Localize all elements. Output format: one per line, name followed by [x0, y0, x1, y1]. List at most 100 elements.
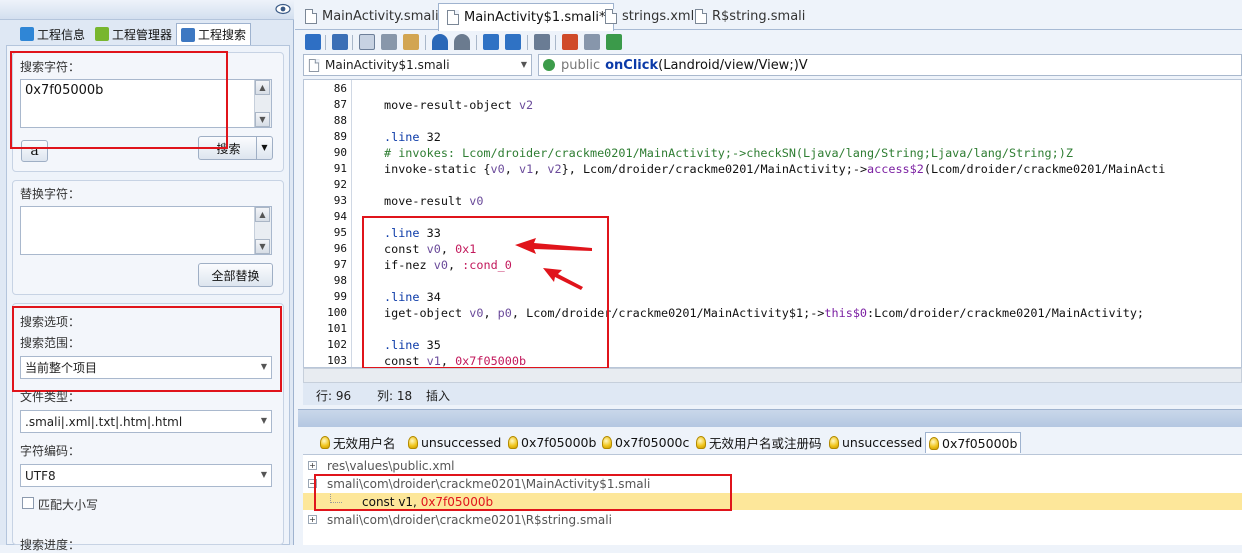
method-icon [543, 59, 555, 71]
lightbulb-icon [508, 436, 518, 449]
cut-icon[interactable] [381, 34, 397, 50]
result-tab-label: 无效用户名 [333, 436, 396, 451]
result-tab[interactable]: 无效用户名或注册码 [693, 432, 825, 453]
line-number-gutter: 86 87 88 89 90 91 92 93 94 95 96 97 98 99 100 101 102 103 [304, 80, 352, 367]
toolbar-separator [555, 35, 556, 50]
code-horizontal-scrollbar[interactable] [303, 368, 1242, 383]
status-mode: 插入 [426, 389, 451, 403]
result-tab[interactable]: 0x7f05000c [599, 432, 692, 453]
search-icon [181, 27, 195, 42]
result-tab-label: 0x7f05000c [615, 435, 690, 450]
tab-project-search[interactable]: 工程搜索 [176, 23, 252, 45]
chevron-down-icon: ▼ [260, 416, 267, 425]
redo-icon[interactable] [454, 34, 470, 50]
toolbar-separator [527, 35, 528, 50]
tab-label: R$string.smali [712, 8, 806, 24]
forward-arrow-icon[interactable] [505, 34, 521, 50]
method-modifier: public [561, 57, 601, 73]
editor-toolbar [295, 31, 1242, 53]
toolbar-separator [476, 35, 477, 50]
filetype-select[interactable]: .smali|.xml|.txt|.htm|.html ▼ [20, 410, 272, 433]
status-row: 行: 96 [316, 389, 352, 403]
search-dropdown-icon[interactable]: ▼ [256, 137, 272, 159]
left-panel-header [0, 0, 294, 20]
line-number: 102 [327, 338, 347, 351]
result-tab-label: 无效用户名或注册码 [709, 436, 822, 451]
save-icon[interactable] [332, 34, 348, 50]
expand-icon[interactable]: + [308, 461, 317, 470]
tab-project-info[interactable]: 工程信息 [16, 24, 89, 44]
file-select[interactable]: MainActivity$1.smali ▼ [303, 54, 532, 76]
method-select[interactable]: public onClick (Landroid/view/View;)V [538, 54, 1242, 76]
result-tab[interactable]: unsuccessed [826, 432, 925, 453]
toolbar-separator [425, 35, 426, 50]
left-panel: 工程信息 工程管理器 工程搜索 搜索字符： 0x7f05000b ▲ ▼ a 搜… [0, 0, 294, 552]
status-col: 列: 18 [377, 389, 413, 403]
toolbar-separator [325, 35, 326, 50]
line-number: 95 [333, 226, 347, 239]
lightbulb-icon [829, 436, 839, 449]
result-file-path: smali\com\droider\crackme0201\R$string.s… [327, 512, 612, 527]
replace-input-scrollbar[interactable]: ▲ ▼ [254, 207, 271, 254]
chevron-down-icon: ▼ [260, 470, 267, 479]
eye-icon[interactable] [275, 2, 291, 16]
line-number: 86 [333, 82, 347, 95]
replace-all-button[interactable]: 全部替换 [198, 263, 273, 287]
result-file-row[interactable]: + res\values\public.xml [303, 457, 1242, 474]
copy-icon[interactable] [359, 34, 375, 50]
tab-rstring-smali[interactable]: R$string.smali [687, 4, 813, 28]
line-number: 91 [333, 162, 347, 175]
highlight-box-search [10, 51, 228, 149]
results-panel-header [298, 409, 1242, 427]
code-line[interactable]: .line 32 [384, 130, 441, 144]
encoding-select[interactable]: UTF8 ▼ [20, 464, 272, 487]
java-icon[interactable] [562, 34, 578, 50]
file-icon [695, 8, 707, 24]
line-number: 99 [333, 290, 347, 303]
highlight-box-result [314, 474, 732, 511]
tab-project-manager[interactable]: 工程管理器 [91, 24, 176, 44]
lightbulb-icon [602, 436, 612, 449]
search-input-scrollbar[interactable]: ▲ ▼ [254, 80, 271, 127]
lightbulb-icon [320, 436, 330, 449]
lightbulb-icon [408, 436, 418, 449]
result-file-row[interactable]: + smali\com\droider\crackme0201\R$string.… [303, 511, 1242, 528]
code-line[interactable]: invoke-static {v0, v1, v2}, Lcom/droider… [384, 162, 1165, 176]
android-icon [95, 27, 109, 41]
list-icon[interactable] [584, 34, 600, 50]
tab-mainactivity1-smali[interactable]: MainActivity$1.smali* [438, 3, 615, 31]
scroll-down-arrow-icon[interactable]: ▼ [255, 112, 270, 127]
expand-icon[interactable]: + [308, 515, 317, 524]
refresh-icon[interactable] [606, 34, 622, 50]
result-tab[interactable]: 0x7f05000b [505, 432, 599, 453]
scroll-up-arrow-icon[interactable]: ▲ [255, 80, 270, 95]
scroll-up-arrow-icon[interactable]: ▲ [255, 207, 270, 222]
line-number: 101 [327, 322, 347, 335]
result-tab-label: 0x7f05000b [942, 435, 1018, 451]
back-arrow-icon[interactable] [483, 34, 499, 50]
format-icon[interactable] [534, 34, 550, 50]
line-number: 92 [333, 178, 347, 191]
result-tab[interactable]: 0x7f05000b [925, 432, 1022, 453]
replace-input[interactable]: ▲ ▼ [20, 206, 272, 255]
code-line[interactable]: move-result-object v2 [384, 98, 533, 112]
code-line[interactable]: move-result v0 [384, 194, 483, 208]
paste-icon[interactable] [403, 34, 419, 50]
result-file-path: res\values\public.xml [327, 458, 455, 473]
code-line[interactable]: # invokes: Lcom/droider/crackme0201/Main… [384, 146, 1073, 160]
line-number: 93 [333, 194, 347, 207]
result-tab-label: unsuccessed [842, 435, 923, 450]
replace-label: 替换字符： [20, 187, 81, 201]
result-tab-label: unsuccessed [421, 435, 502, 450]
match-case-checkbox[interactable] [22, 497, 34, 509]
tab-mainactivity-smali[interactable]: MainActivity.smali [297, 4, 447, 28]
result-tabs: 无效用户名 unsuccessed 0x7f05000b 0x7f05000c 无效用户… [303, 430, 1242, 454]
annotation-arrows-icon [515, 238, 592, 290]
chevron-down-icon: ▼ [520, 60, 527, 69]
result-tab[interactable]: unsuccessed [405, 432, 504, 453]
scroll-down-arrow-icon[interactable]: ▼ [255, 239, 270, 254]
lock-icon[interactable] [305, 34, 321, 50]
undo-icon[interactable] [432, 34, 448, 50]
tab-label: 工程管理器 [112, 27, 173, 42]
result-tab[interactable]: 无效用户名 [317, 432, 399, 453]
